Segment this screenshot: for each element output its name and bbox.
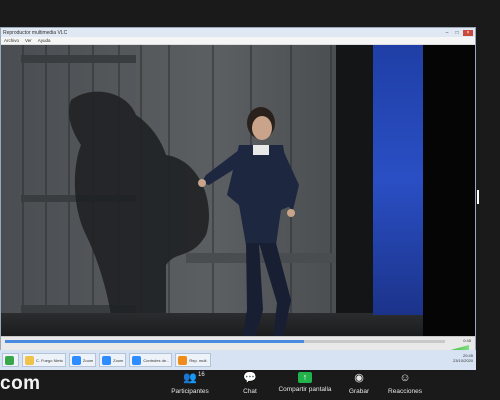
chat-icon: 💬 (243, 372, 257, 384)
reactions-icon: ☺ (399, 372, 411, 384)
taskbar-item[interactable] (2, 353, 19, 367)
chat-button[interactable]: 💬 Chat (236, 372, 264, 395)
tray-date: 23/10/2020 (452, 358, 473, 363)
vlc-window-title: Reproductor multimedia VLC (3, 29, 68, 36)
vlc-menubar: Archivo Ver Ayuda (1, 37, 475, 45)
participants-button[interactable]: 👥 16 Participantes (166, 372, 214, 395)
seek-bar[interactable] (5, 340, 445, 343)
record-icon: ◉ (354, 372, 364, 384)
vlc-titlebar[interactable]: Reproductor multimedia VLC – □ × (1, 28, 475, 37)
chat-label: Chat (243, 388, 257, 395)
vlc-window: Reproductor multimedia VLC – □ × Archivo… (0, 27, 476, 370)
taskbar-item[interactable]: Controles de... (129, 353, 173, 367)
taskbar-item[interactable]: C. Fuego Nieto (22, 353, 66, 367)
reactions-label: Reacciones (388, 388, 422, 395)
record-button[interactable]: ◉ Grabar (344, 372, 374, 395)
menu-ver[interactable]: Ver (25, 38, 32, 43)
maximize-button[interactable]: □ (453, 30, 461, 36)
video-area[interactable] (1, 45, 475, 365)
taskbar-item[interactable]: Rep. mult. (175, 353, 211, 367)
vlc-cone-icon (178, 355, 188, 365)
resize-handle[interactable] (477, 190, 479, 204)
time-label: 0:45 (463, 338, 471, 343)
share-screen-icon: ↑ (298, 372, 312, 383)
minimize-button[interactable]: – (443, 30, 451, 36)
menu-ayuda[interactable]: Ayuda (38, 38, 51, 43)
brand-text: com (0, 373, 41, 394)
video-letterbox (423, 45, 475, 365)
blue-curtain (373, 45, 423, 315)
close-button[interactable]: × (463, 29, 473, 36)
system-tray[interactable]: 20:45 23/10/2020 (453, 353, 473, 363)
video-frame (1, 45, 433, 345)
taskbar-item[interactable]: Zoom (99, 353, 127, 367)
share-screen-label: Compartir pantalla (278, 386, 332, 393)
reactions-button[interactable]: ☺ Reacciones (384, 372, 426, 395)
zoom-icon (132, 355, 142, 365)
zoom-icon (102, 355, 112, 365)
screen: Reproductor multimedia VLC – □ × Archivo… (0, 0, 500, 400)
participants-icon: 👥 (183, 372, 197, 384)
zoom-icon (71, 355, 81, 365)
participants-label: Participantes (171, 388, 209, 395)
zoom-toolbar: com 👥 16 Participantes 💬 Chat ↑ Comparti… (0, 370, 500, 400)
taskbar-item[interactable]: Zoom (68, 353, 97, 367)
windows-taskbar: C. Fuego Nieto Zoom Zoom Controles de...… (0, 350, 476, 370)
record-label: Grabar (348, 388, 370, 395)
participants-count: 16 (198, 372, 205, 378)
app-icon (5, 355, 14, 365)
share-screen-button[interactable]: ↑ Compartir pantalla (272, 372, 338, 393)
seek-progress (5, 340, 305, 343)
menu-archivo[interactable]: Archivo (4, 38, 19, 43)
folder-icon (25, 355, 34, 365)
